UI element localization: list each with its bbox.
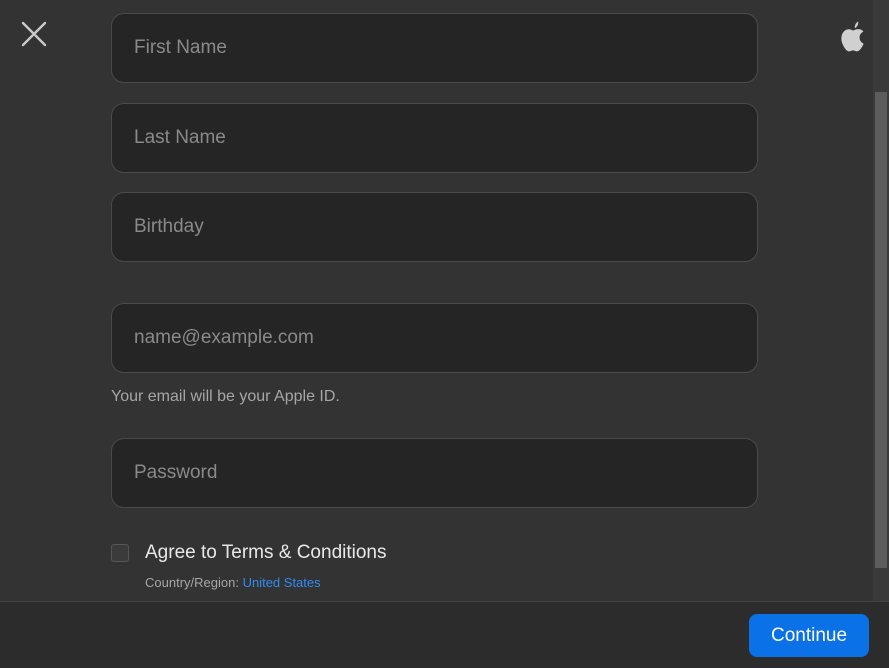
- password-field[interactable]: [111, 438, 758, 508]
- apple-logo-icon: [841, 21, 864, 52]
- scrollbar-thumb[interactable]: [875, 92, 887, 568]
- country-region-line: Country/Region: United States: [145, 575, 321, 590]
- close-icon: [21, 21, 47, 47]
- country-region-link[interactable]: United States: [243, 575, 321, 590]
- email-helper-text: Your email will be your Apple ID.: [111, 388, 340, 405]
- close-button[interactable]: [20, 20, 48, 48]
- email-field[interactable]: [111, 303, 758, 373]
- continue-button[interactable]: Continue: [749, 614, 869, 657]
- terms-label[interactable]: Agree to Terms & Conditions: [145, 542, 387, 564]
- last-name-field[interactable]: [111, 103, 758, 173]
- country-region-label: Country/Region:: [145, 575, 239, 590]
- birthday-field[interactable]: [111, 192, 758, 262]
- terms-checkbox[interactable]: [111, 544, 129, 562]
- first-name-field[interactable]: [111, 13, 758, 83]
